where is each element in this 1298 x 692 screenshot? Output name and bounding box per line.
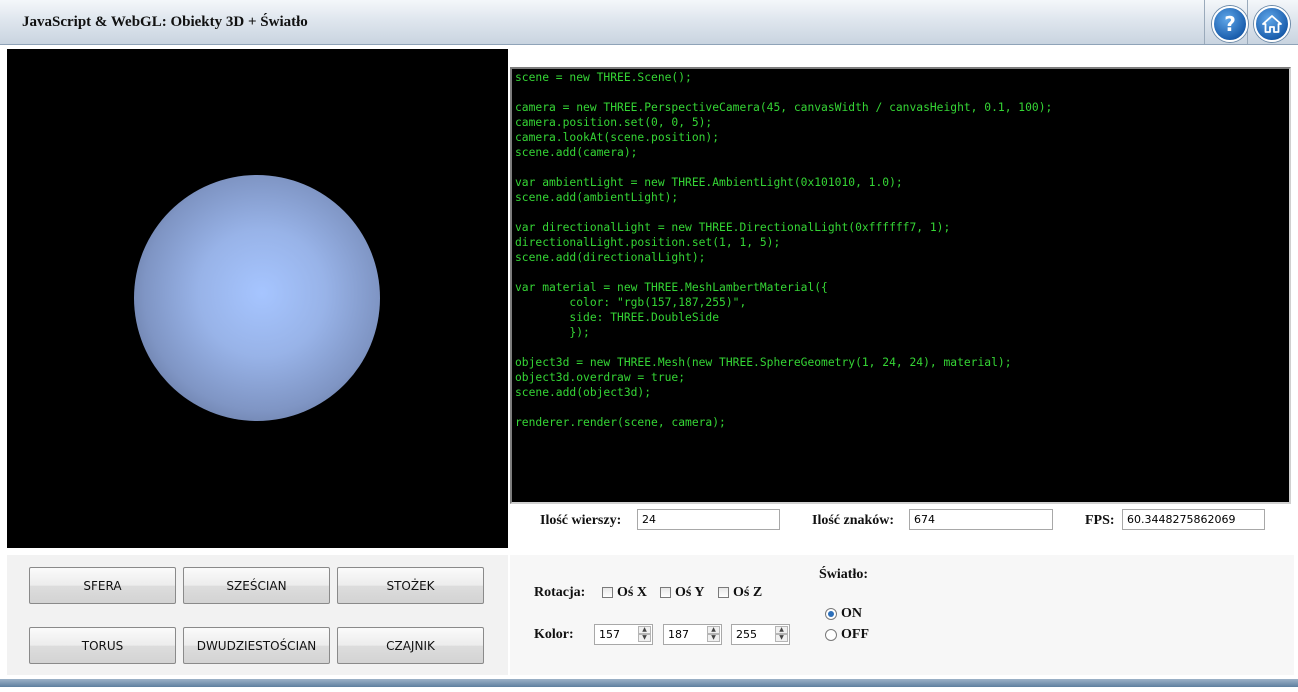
sphere-button[interactable]: SFERA	[29, 567, 176, 604]
light-on-label: ON	[841, 606, 862, 621]
sphere-object	[134, 175, 380, 421]
code-text[interactable]: scene = new THREE.Scene(); camera = new …	[512, 69, 1289, 430]
color-red-value: 157	[599, 628, 620, 641]
light-off-label: OFF	[841, 627, 869, 642]
stepper-down-icon[interactable]: ▼	[707, 634, 720, 642]
cone-button[interactable]: STOŻEK	[337, 567, 484, 604]
bottom-bar	[0, 679, 1298, 687]
rotate-x-label: Oś X	[617, 585, 647, 600]
color-label: Kolor:	[534, 627, 574, 642]
torus-button[interactable]: TORUS	[29, 627, 176, 664]
color-green-value: 187	[668, 628, 689, 641]
title-bar: JavaScript & WebGL: Obiekty 3D + Światło…	[0, 0, 1298, 45]
light-label: Światło:	[819, 567, 868, 582]
rotate-z-label: Oś Z	[733, 585, 763, 600]
cube-button[interactable]: SZEŚCIAN	[183, 567, 330, 604]
home-icon	[1262, 15, 1282, 33]
stepper-down-icon[interactable]: ▼	[775, 634, 788, 642]
code-editor[interactable]: scene = new THREE.Scene(); camera = new …	[510, 67, 1291, 504]
help-button[interactable]: ?	[1212, 6, 1248, 42]
stepper-down-icon[interactable]: ▼	[638, 634, 651, 642]
rotate-y-checkbox[interactable]	[660, 587, 671, 598]
page-title: JavaScript & WebGL: Obiekty 3D + Światło	[22, 14, 308, 30]
color-red-stepper[interactable]: 157 ▲ ▼	[594, 624, 653, 645]
webgl-canvas[interactable]	[7, 49, 508, 548]
fps-field[interactable]: 60.3448275862069	[1122, 509, 1265, 530]
title-bar-divider	[1204, 0, 1205, 44]
color-blue-stepper[interactable]: 255 ▲ ▼	[731, 624, 790, 645]
color-blue-value: 255	[736, 628, 757, 641]
rotate-y-label: Oś Y	[675, 585, 705, 600]
light-off-radio[interactable]	[825, 629, 837, 641]
rotate-x-checkbox[interactable]	[602, 587, 613, 598]
rows-count-field[interactable]: 24	[637, 509, 780, 530]
stepper-up-icon[interactable]: ▲	[707, 626, 720, 634]
color-green-stepper[interactable]: 187 ▲ ▼	[663, 624, 722, 645]
teapot-button[interactable]: CZAJNIK	[337, 627, 484, 664]
help-icon: ?	[1224, 12, 1236, 36]
stepper-up-icon[interactable]: ▲	[638, 626, 651, 634]
stepper-up-icon[interactable]: ▲	[775, 626, 788, 634]
icosahedron-button[interactable]: DWUDZIESTOŚCIAN	[183, 627, 330, 664]
home-button[interactable]	[1254, 6, 1290, 42]
rows-label: Ilość wierszy:	[540, 513, 622, 528]
settings-panel	[510, 555, 1294, 675]
chars-label: Ilość znaków:	[812, 513, 895, 528]
chars-count-field[interactable]: 674	[909, 509, 1053, 530]
rotate-z-checkbox[interactable]	[718, 587, 729, 598]
fps-label: FPS:	[1085, 513, 1115, 528]
rotation-label: Rotacja:	[534, 585, 586, 600]
light-on-radio[interactable]	[825, 608, 837, 620]
